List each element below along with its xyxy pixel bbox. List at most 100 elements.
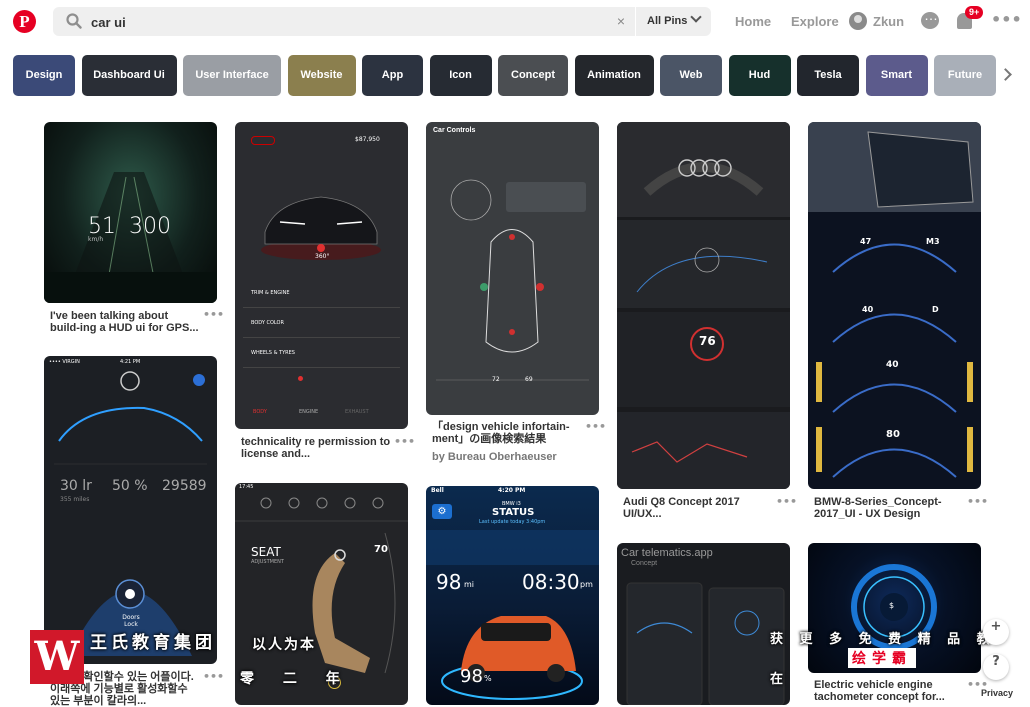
guide-chips: Design Dashboard Ui User Interface Website A…	[13, 55, 1003, 96]
pin-image[interactable]: Bell 4:20 PM ⚙ BMW i3 STATUS Last update…	[426, 486, 599, 705]
search-scope-label: All Pins	[647, 15, 688, 27]
guide-chip[interactable]: Icon	[429, 55, 492, 96]
watermark-text: 在	[770, 672, 788, 687]
pin-title[interactable]: Audi Q8 Concept 2017 UI/UX...	[623, 496, 773, 520]
page-dot	[298, 376, 303, 381]
pin-image[interactable]: 51 300 km/h	[44, 122, 217, 303]
guide-chip[interactable]: Future	[934, 55, 996, 96]
pin-more-icon[interactable]: •••	[203, 308, 224, 321]
config-row: WHEELS & TYRES	[243, 340, 400, 368]
guide-chip[interactable]: App	[362, 55, 423, 96]
climate-left-value: 72	[492, 376, 500, 383]
audi-logo-icon	[251, 136, 275, 145]
config-row-label: WHEELS & TYRES	[251, 350, 295, 356]
battery-percent: 98	[460, 666, 483, 687]
tab-engine: ENGINE	[299, 409, 319, 415]
pin-image[interactable]: 76	[617, 122, 790, 489]
pin-more-icon[interactable]: •••	[776, 495, 797, 508]
gauge-value: 40	[862, 305, 874, 314]
pin-title[interactable]: 「design vehicle infortain-ment」の画像検索結果	[432, 421, 582, 445]
search-input[interactable]	[91, 12, 591, 32]
climate-right-value: 69	[525, 376, 533, 383]
battery-percent-unit: %	[484, 674, 492, 683]
more-options-icon[interactable]: •••	[991, 10, 1022, 29]
currency-icon: $	[889, 601, 895, 610]
pin-image[interactable]: 47 M3 40 D 40 80	[808, 122, 981, 489]
gauge-value: M3	[926, 237, 940, 246]
price-label: $87,950	[355, 136, 380, 143]
gauge-value: D	[932, 305, 939, 314]
fuel-stat: 30 lr	[60, 478, 92, 494]
guide-chip[interactable]: Tesla	[797, 55, 859, 96]
guide-chip[interactable]: Smart	[865, 55, 928, 96]
range-value: 98	[436, 570, 462, 594]
search-icon	[66, 13, 82, 29]
hud-unit: km/h	[88, 236, 104, 243]
watermark-text: 零 二 年	[240, 671, 352, 687]
range-miles: 355 miles	[60, 496, 90, 503]
search-bar[interactable]: ×	[53, 7, 635, 36]
guide-chip[interactable]: Concept	[498, 55, 568, 96]
guide-chip[interactable]: Web	[660, 55, 722, 96]
gauge-value: 76	[699, 334, 716, 348]
pin-more-icon[interactable]: •••	[394, 435, 415, 448]
gauge-value: 47	[860, 237, 872, 246]
pin-title[interactable]: technicality re permission to license an…	[241, 436, 391, 460]
pin-more-icon[interactable]: •••	[203, 670, 224, 683]
clear-search-icon[interactable]: ×	[617, 13, 625, 29]
tab-body: BODY	[253, 409, 267, 415]
charge-unit: pm	[580, 580, 593, 589]
doors-lock-label: Doors Lock	[122, 614, 140, 628]
seat-subheading: ADJUSTMENT	[251, 559, 284, 565]
guide-chip[interactable]: Design	[13, 55, 75, 96]
pin-image[interactable]: Car telematics.app Concept	[617, 543, 790, 705]
config-row: TRIM & ENGINE	[243, 280, 400, 308]
chevron-down-icon	[690, 11, 702, 23]
watermark-text: 获 更 多 免 费 精 品 教	[770, 632, 996, 647]
config-row-label: TRIM & ENGINE	[251, 290, 290, 296]
guide-chip[interactable]: Website	[287, 55, 356, 96]
user-name-link[interactable]: Zkun	[873, 14, 904, 29]
gauge-value: 40	[886, 360, 899, 370]
hud-limit: 300	[129, 214, 171, 239]
nav-explore[interactable]: Explore	[791, 14, 839, 29]
seat-value: 70	[374, 544, 388, 555]
pin-title[interactable]: Electric vehicle engine tachometer conce…	[814, 679, 964, 703]
guide-chip[interactable]: Dashboard Ui	[81, 55, 177, 96]
charge-time: 08:30	[522, 570, 580, 594]
pin-more-icon[interactable]: •••	[967, 495, 988, 508]
gauge-value: 80	[886, 429, 900, 440]
top-bar: P × All Pins Home Explore Zkun 9+ •••	[0, 0, 1030, 44]
notification-badge: 9+	[965, 6, 984, 19]
pinterest-logo-icon[interactable]: P	[13, 10, 36, 33]
watermark-logo: W	[30, 630, 84, 684]
range-unit: mi	[464, 580, 475, 589]
tab-exhaust: EXHAUST	[345, 409, 369, 415]
watermark-text: 以人为本	[252, 637, 316, 653]
guide-chip[interactable]: Hud	[728, 55, 791, 96]
config-row: BODY COLOR	[243, 310, 400, 338]
battery-stat: 50 %	[112, 478, 148, 494]
seat-heading: SEAT	[251, 545, 281, 559]
create-pin-button[interactable]: +	[983, 619, 1009, 645]
watermark-red-text: 绘学霸	[848, 648, 916, 668]
pin-more-icon[interactable]: •••	[585, 420, 606, 433]
pin-image[interactable]: $87,950 360° TRIM & ENGINE BODY COLOR WH…	[235, 122, 408, 429]
rotation-label: 360°	[315, 253, 330, 260]
nav-home[interactable]: Home	[735, 14, 771, 29]
messages-icon[interactable]	[921, 7, 939, 29]
mileage-stat: 29589	[162, 478, 207, 494]
pin-image[interactable]: Car Controls 72 69	[426, 122, 599, 415]
pin-image[interactable]: •••• VIRGIN 4:21 PM 30 lr 50 % 29589 355…	[44, 356, 217, 664]
search-scope-dropdown[interactable]: All Pins	[636, 7, 711, 36]
help-button[interactable]: ?	[983, 654, 1009, 680]
guide-chip[interactable]: User Interface	[183, 55, 281, 96]
watermark-text: 王氏教育集团	[90, 633, 216, 653]
pin-title[interactable]: BMW-8-Series_Concept-2017_UI - UX Design	[814, 496, 964, 520]
pin-source[interactable]: by Bureau Oberhaeuser	[432, 451, 557, 463]
pin-title[interactable]: I've been talking about build-ing a HUD …	[50, 310, 200, 334]
guide-chip[interactable]: Animation	[574, 55, 654, 96]
privacy-link[interactable]: Privacy	[981, 688, 1013, 698]
avatar[interactable]	[849, 12, 867, 30]
config-row-label: BODY COLOR	[251, 320, 284, 326]
